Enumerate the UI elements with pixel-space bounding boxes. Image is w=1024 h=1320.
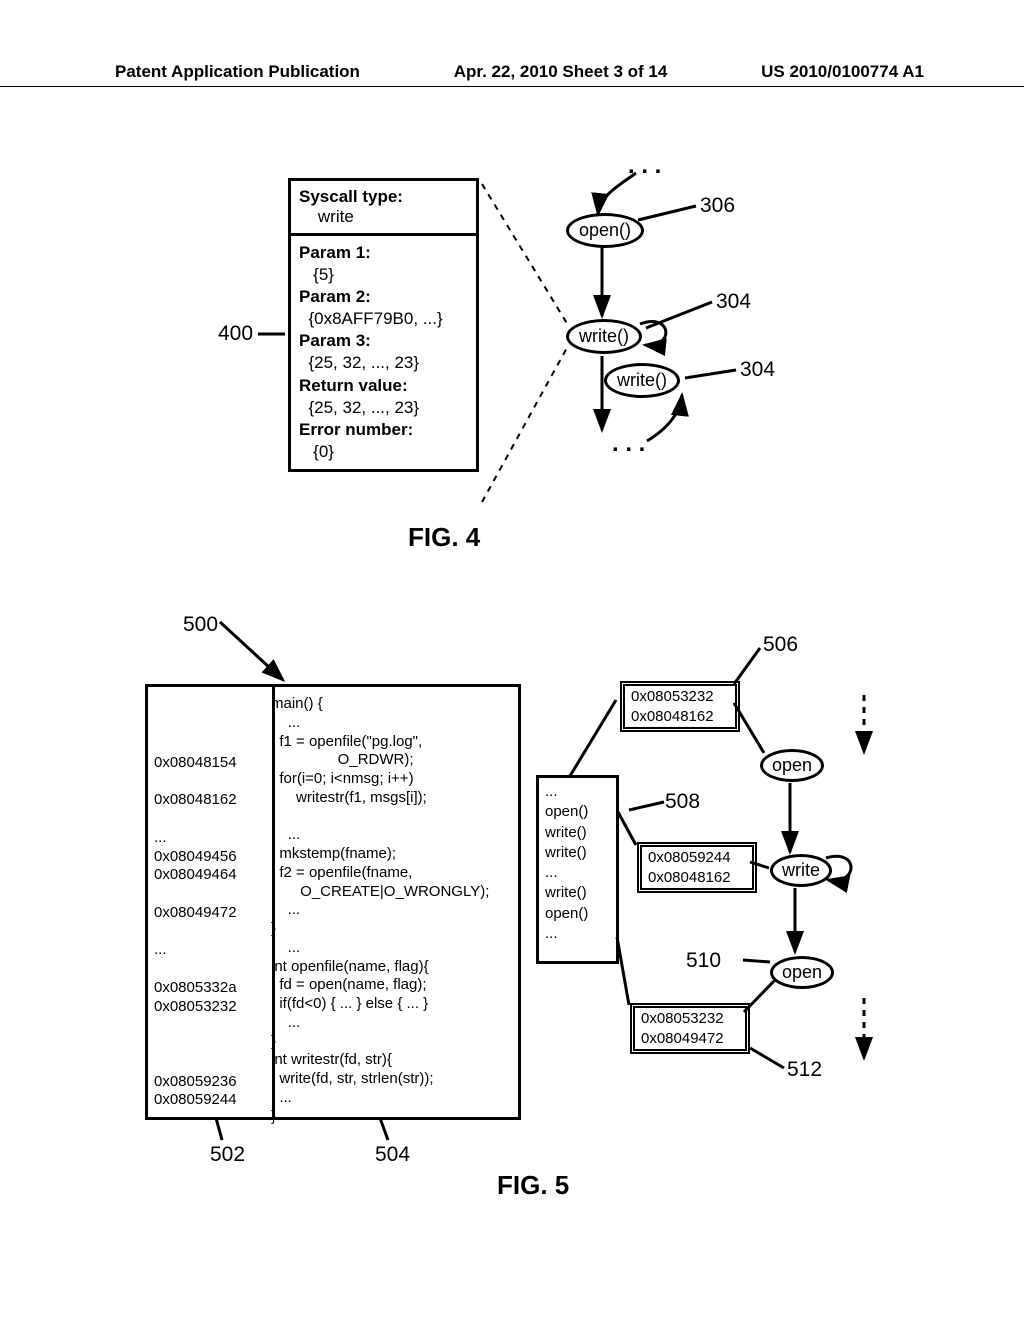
fig5-title: FIG. 5	[497, 1170, 569, 1201]
dots-icon: . . .	[628, 152, 661, 180]
fig4-node-open-label: open()	[579, 220, 631, 240]
fig4-param3-label: Param 3:	[299, 331, 371, 350]
fig5-syscall-list: ... open() write() write() ... write() o…	[536, 775, 619, 964]
fig4-param2-label: Param 2:	[299, 287, 371, 306]
fig4-label-400: 400	[218, 322, 253, 346]
fig4-title: FIG. 4	[408, 522, 480, 553]
dots-icon: . . .	[612, 430, 645, 458]
fig4-node-write1: write()	[566, 319, 642, 354]
fig5-node-write: write	[770, 854, 832, 887]
fig5-tag-write: 0x08059244 0x08048162	[637, 842, 757, 893]
fig4-box-title-value: write	[318, 207, 354, 226]
header-center: Apr. 22, 2010 Sheet 3 of 14	[454, 62, 668, 82]
fig5-node-write-label: write	[782, 860, 820, 880]
fig4-label-304b: 304	[740, 358, 775, 382]
fig4-box-title-label: Syscall type:	[299, 187, 403, 206]
fig5-label-508: 508	[665, 790, 700, 814]
fig5-tag-506: 0x08053232 0x08048162	[620, 681, 740, 732]
fig5-tag-506-line1: 0x08053232	[631, 687, 729, 707]
fig4-param1-value: {5}	[313, 265, 334, 284]
fig5-node-open2-label: open	[782, 962, 822, 982]
fig5-code-column: main() { ... f1 = openfile("pg.log", O_R…	[263, 687, 518, 1117]
fig4-node-write1-label: write()	[579, 326, 629, 346]
fig4-return-label: Return value:	[299, 376, 408, 395]
fig4-node-open: open()	[566, 213, 644, 248]
fig5-addresses-column: 0x08048154 0x08048162 ... 0x08049456 0x0…	[148, 687, 275, 1117]
fig4-label-304a: 304	[716, 290, 751, 314]
header-right: US 2010/0100774 A1	[761, 62, 924, 82]
diagram-arrows	[0, 0, 1024, 1320]
fig4-node-write2-label: write()	[617, 370, 667, 390]
fig4-node-write2: write()	[604, 363, 680, 398]
fig5-syscall-text: ... open() write() write() ... write() o…	[545, 782, 610, 944]
fig5-label-500: 500	[183, 613, 218, 637]
fig4-return-value: {25, 32, ..., 23}	[308, 398, 419, 417]
fig4-error-value: {0}	[313, 442, 334, 461]
fig5-code-table: 0x08048154 0x08048162 ... 0x08049456 0x0…	[145, 684, 521, 1120]
fig5-label-502: 502	[210, 1143, 245, 1167]
fig5-label-504: 504	[375, 1143, 410, 1167]
fig5-tag-512: 0x08053232 0x08049472	[630, 1003, 750, 1054]
page-header: Patent Application Publication Apr. 22, …	[0, 62, 1024, 87]
fig5-tag-write-line2: 0x08048162	[648, 868, 746, 888]
fig5-label-506: 506	[763, 633, 798, 657]
fig5-addresses: 0x08048154 0x08048162 ... 0x08049456 0x0…	[154, 735, 266, 1110]
fig5-node-open1: open	[760, 749, 824, 782]
fig4-error-label: Error number:	[299, 420, 413, 439]
fig4-param1-label: Param 1:	[299, 243, 371, 262]
fig5-label-510: 510	[686, 949, 721, 973]
fig5-node-open1-label: open	[772, 755, 812, 775]
fig5-tag-506-line2: 0x08048162	[631, 707, 729, 727]
fig5-tag-512-line1: 0x08053232	[641, 1009, 739, 1029]
fig5-tag-512-line2: 0x08049472	[641, 1029, 739, 1049]
fig4-param3-value: {25, 32, ..., 23}	[308, 353, 419, 372]
fig4-box-body: Param 1: {5} Param 2: {0x8AFF79B0, ...} …	[291, 236, 476, 469]
fig5-label-512: 512	[787, 1058, 822, 1082]
fig5-node-open2: open	[770, 956, 834, 989]
fig4-param2-value: {0x8AFF79B0, ...}	[308, 309, 442, 328]
fig4-box-title: Syscall type: write	[291, 181, 476, 236]
fig4-syscall-box: Syscall type: write Param 1: {5} Param 2…	[288, 178, 479, 472]
fig4-label-306: 306	[700, 194, 735, 218]
header-left: Patent Application Publication	[115, 62, 360, 82]
fig5-tag-write-line1: 0x08059244	[648, 848, 746, 868]
fig5-code: main() { ... f1 = openfile("pg.log", O_R…	[271, 695, 512, 1126]
